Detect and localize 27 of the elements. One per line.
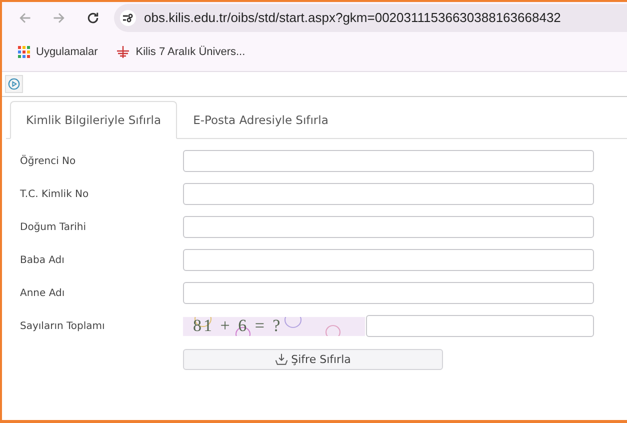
flag-logo-icon: [116, 45, 130, 59]
tray-download-icon: [275, 352, 288, 366]
url-text: obs.kilis.edu.tr/oibs/std/start.aspx?gkm=00203111536630388163668432: [144, 10, 561, 25]
field-label: T.C. Kimlik No: [20, 188, 90, 200]
forward-icon[interactable]: [52, 10, 66, 24]
tab[interactable]: E-Posta Adresiyle Sıfırla: [177, 101, 344, 139]
apps-grid-icon: [18, 46, 30, 58]
input-field[interactable]: [183, 249, 594, 271]
input-field[interactable]: [183, 150, 594, 172]
address-bar[interactable]: obs.kilis.edu.tr/oibs/std/start.aspx?gkm=00203111536630388163668432: [114, 4, 627, 32]
field-label: Sayıların Toplamı: [20, 320, 106, 332]
input-field[interactable]: [183, 216, 594, 238]
back-icon[interactable]: [18, 10, 32, 24]
reload-icon[interactable]: [86, 10, 100, 24]
bookmark[interactable]: Uygulamalar: [18, 46, 98, 58]
field-label: Anne Adı: [20, 288, 66, 298]
reset-password-button[interactable]: Şifre Sıfırla: [183, 348, 443, 370]
site-settings-icon[interactable]: [120, 10, 136, 26]
field-label: Öğrenci No: [20, 156, 77, 166]
field-label: Doğum Tarihi: [20, 222, 88, 232]
tab[interactable]: Kimlik Bilgileriyle Sıfırla: [10, 101, 178, 139]
input-field[interactable]: [183, 282, 594, 304]
input-field[interactable]: [183, 183, 594, 205]
field-label: Baba Adı: [20, 254, 66, 266]
answer-field[interactable]: [366, 315, 594, 337]
bookmark[interactable]: Kilis 7 Aralık Ünivers...: [116, 45, 246, 59]
play-circle-icon[interactable]: [5, 75, 23, 93]
